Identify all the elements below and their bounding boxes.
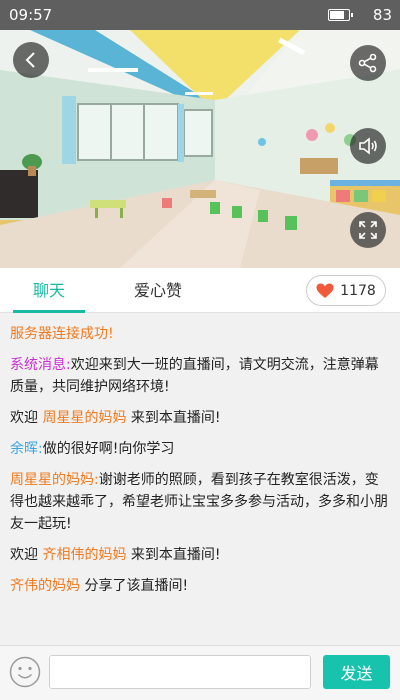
send-button[interactable]: 发送 xyxy=(323,655,390,689)
like-count: 1178 xyxy=(340,282,376,299)
username[interactable]: 周星星的妈妈 xyxy=(42,410,126,426)
message-text: 分享了该直播间! xyxy=(84,578,189,594)
status-bar: 09:57 83 xyxy=(0,0,400,30)
fullscreen-button[interactable] xyxy=(350,212,386,248)
message-text: 来到本直播间! xyxy=(130,547,221,563)
chat-message: 服务器连接成功! xyxy=(10,323,388,345)
clock: 09:57 xyxy=(9,6,53,24)
share-icon xyxy=(358,53,377,73)
volume-button[interactable] xyxy=(350,128,386,164)
battery-icon xyxy=(328,9,353,21)
chat-message: 周星星的妈妈:谢谢老师的照顾，看到孩子在教室很活泼，变得也越来越乖了，希望老师让… xyxy=(10,469,388,535)
battery-percent: 83 xyxy=(372,6,392,24)
chat-message: 余晖:做的很好啊!向你学习 xyxy=(10,438,388,460)
tab-likes[interactable]: 爱心赞 xyxy=(118,268,198,313)
username[interactable]: 周星星的妈妈: xyxy=(10,472,99,488)
message-input[interactable] xyxy=(49,655,311,689)
username[interactable]: 齐相伟的妈妈 xyxy=(42,547,126,563)
tab-chat-label: 聊天 xyxy=(32,281,65,300)
message-text: 做的很好啊!向你学习 xyxy=(42,441,175,457)
like-button[interactable]: 1178 xyxy=(306,275,386,306)
message-text: 欢迎 xyxy=(10,547,38,563)
chat-message: 欢迎 周星星的妈妈 来到本直播间! xyxy=(10,407,388,429)
chevron-left-icon xyxy=(25,52,35,68)
chat-message: 系统消息:欢迎来到大一班的直播间，请文明交流，注意弹幕质量，共同维护网络环境! xyxy=(10,354,388,398)
tab-bar: 聊天 爱心赞 1178 xyxy=(0,268,400,313)
share-button[interactable] xyxy=(350,45,386,81)
username[interactable]: 齐伟的妈妈 xyxy=(10,578,80,594)
message-text: 来到本直播间! xyxy=(130,410,221,426)
classroom-scene xyxy=(0,30,400,268)
chat-list[interactable]: 服务器连接成功! 系统消息:欢迎来到大一班的直播间，请文明交流，注意弹幕质量，共… xyxy=(0,313,400,645)
tab-chat[interactable]: 聊天 xyxy=(13,268,85,313)
connection-status: 服务器连接成功! xyxy=(10,326,114,342)
chat-message: 欢迎 齐相伟的妈妈 来到本直播间! xyxy=(10,544,388,566)
system-label: 系统消息: xyxy=(10,357,71,373)
chat-message: 齐伟的妈妈 分享了该直播间! xyxy=(10,575,388,597)
username[interactable]: 余晖: xyxy=(10,441,43,457)
emoji-icon[interactable] xyxy=(9,656,41,688)
live-video[interactable] xyxy=(0,30,400,268)
back-button[interactable] xyxy=(13,42,49,78)
fullscreen-icon xyxy=(359,221,377,239)
tab-likes-label: 爱心赞 xyxy=(133,281,182,300)
speaker-icon xyxy=(359,137,377,155)
heart-icon xyxy=(316,283,334,298)
message-text: 欢迎 xyxy=(10,410,38,426)
input-bar: 发送 xyxy=(0,645,400,700)
